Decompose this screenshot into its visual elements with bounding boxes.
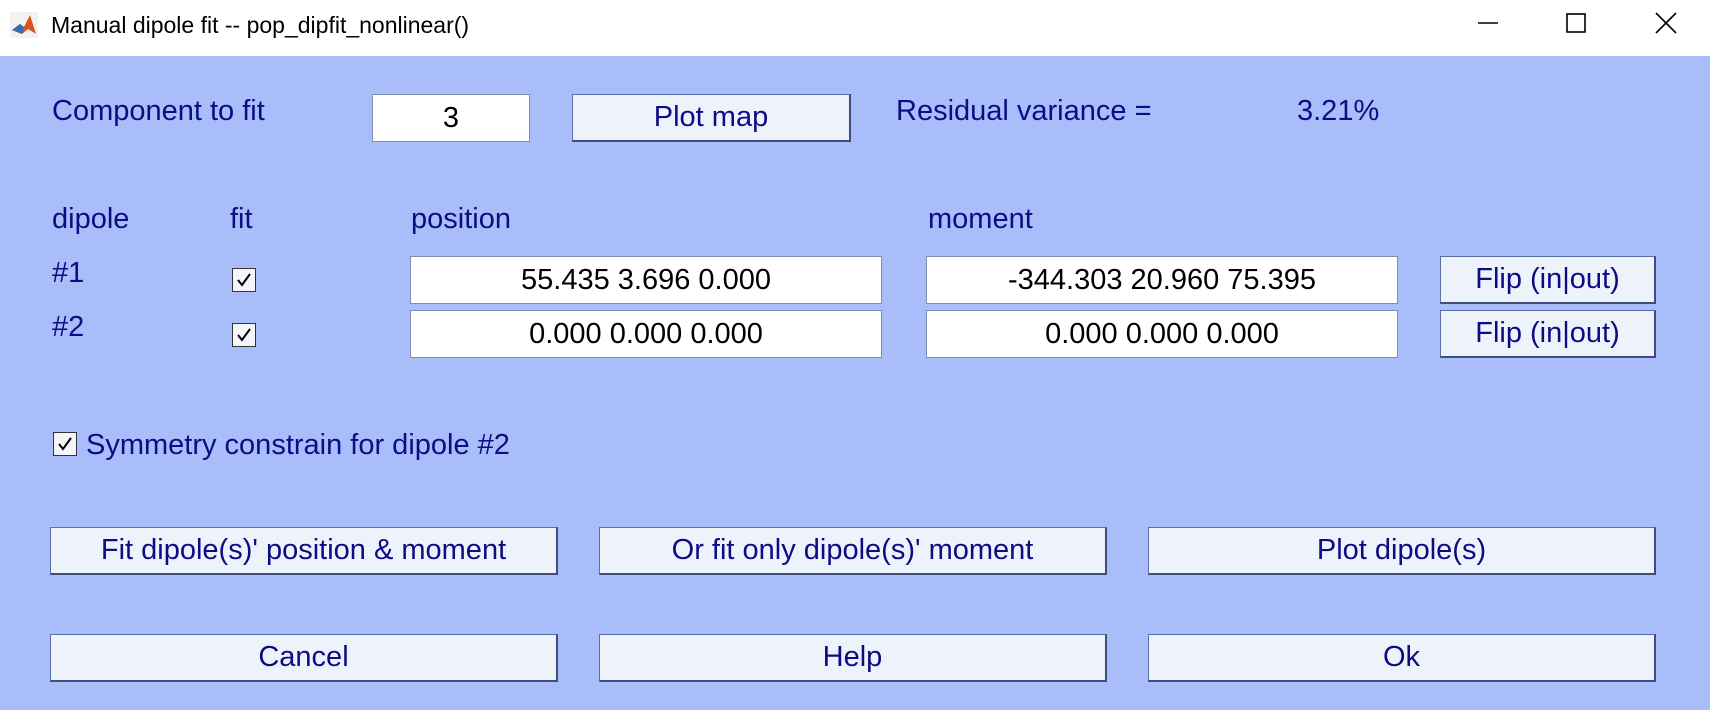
dipole-2-fit-checkbox[interactable] <box>232 323 256 347</box>
cancel-button[interactable]: Cancel <box>50 634 558 682</box>
component-label: Component to fit <box>52 95 265 127</box>
dipole-1-flip-button[interactable]: Flip (in|out) <box>1440 256 1656 304</box>
dipole-1-fit-checkbox[interactable] <box>232 268 256 292</box>
header-dipole: dipole <box>52 203 130 235</box>
maximize-button[interactable] <box>1532 0 1620 50</box>
matlab-icon <box>10 12 38 38</box>
maximize-icon <box>1565 12 1587 39</box>
dialog-body <box>0 56 1710 710</box>
header-fit: fit <box>230 203 253 235</box>
dipole-2-flip-button[interactable]: Flip (in|out) <box>1440 310 1656 358</box>
minimize-icon <box>1477 12 1499 39</box>
minimize-button[interactable] <box>1444 0 1532 50</box>
symmetry-checkbox[interactable] <box>53 432 77 456</box>
plot-dipoles-button[interactable]: Plot dipole(s) <box>1148 527 1656 575</box>
fit-moment-only-button[interactable]: Or fit only dipole(s)' moment <box>599 527 1107 575</box>
dipole-2-label: #2 <box>52 311 85 343</box>
checkmark-icon <box>58 437 72 451</box>
checkmark-icon <box>237 328 251 342</box>
plot-map-button[interactable]: Plot map <box>572 94 851 142</box>
help-button[interactable]: Help <box>599 634 1107 682</box>
window-title: Manual dipole fit -- pop_dipfit_nonlinea… <box>51 12 470 38</box>
header-moment: moment <box>928 203 1033 235</box>
title-bar: Manual dipole fit -- pop_dipfit_nonlinea… <box>0 0 1710 56</box>
fit-position-moment-button[interactable]: Fit dipole(s)' position & moment <box>50 527 558 575</box>
residual-variance-value: 3.21% <box>1297 95 1380 127</box>
dipole-1-moment-input[interactable] <box>926 256 1398 304</box>
checkmark-icon <box>237 273 251 287</box>
dipole-1-label: #1 <box>52 257 85 289</box>
close-icon <box>1655 11 1677 39</box>
close-button[interactable] <box>1622 0 1710 50</box>
header-position: position <box>411 203 511 235</box>
dipole-1-position-input[interactable] <box>410 256 882 304</box>
symmetry-label: Symmetry constrain for dipole #2 <box>86 429 510 461</box>
component-input[interactable] <box>372 94 530 142</box>
dipole-2-moment-input[interactable] <box>926 310 1398 358</box>
residual-variance-label: Residual variance = <box>896 95 1152 127</box>
dipole-2-position-input[interactable] <box>410 310 882 358</box>
ok-button[interactable]: Ok <box>1148 634 1656 682</box>
